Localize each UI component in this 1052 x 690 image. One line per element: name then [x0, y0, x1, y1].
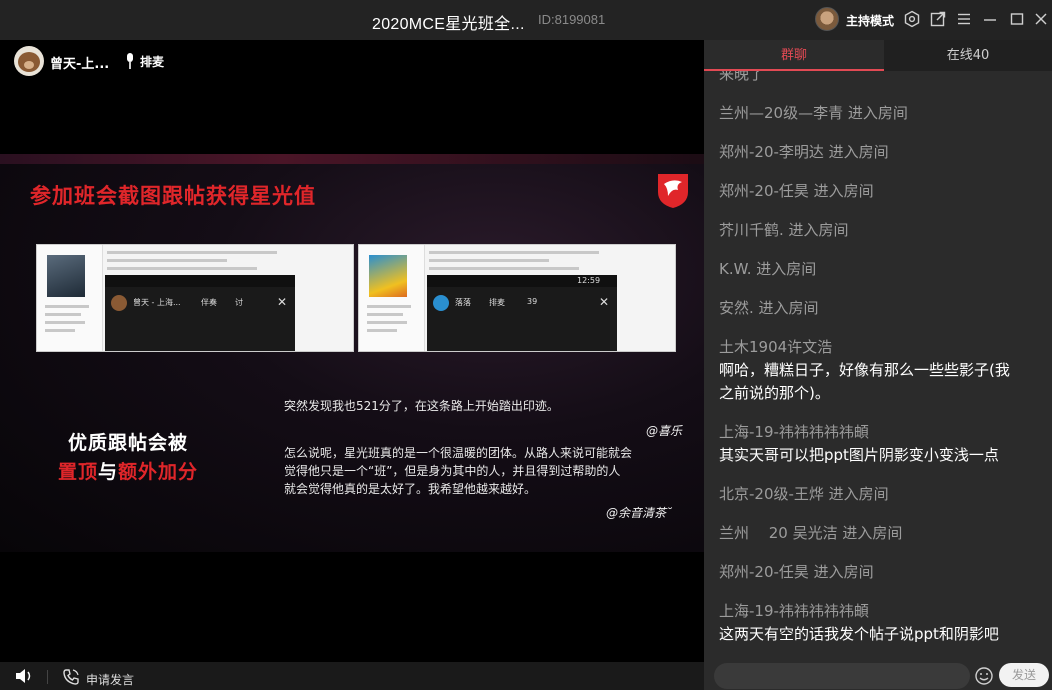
queue-mic-label: 排麦 — [140, 55, 165, 69]
apply-to-speak-button[interactable]: 申请发言 — [86, 671, 134, 688]
external-link-icon[interactable] — [929, 10, 947, 28]
screenshot-left: 曾天 - 上海... 伴奏 讨 ✕ — [36, 244, 354, 352]
tab-group-chat[interactable]: 群聊 — [704, 40, 884, 71]
shot-right-time: 12:59 — [577, 276, 601, 285]
title-bar: 2020MCE星光班全... ID:8199081 主持模式 — [0, 0, 1052, 40]
video-stage: 曾天-上... 排麦 参加班会截图跟帖获得星光值 曾天 - 上海... 伴奏 讨… — [0, 40, 704, 662]
emoji-icon[interactable] — [974, 666, 994, 686]
speaker-avatar[interactable] — [14, 46, 44, 76]
send-button[interactable]: 发送 — [999, 663, 1049, 687]
list-item: 兰州 20 吴光洁 进入房间 — [719, 524, 903, 542]
shot-right-name: 落落 — [455, 298, 471, 307]
message-text: 这两天有空的话我发个帖子说ppt和阴影吧 — [719, 625, 999, 643]
list-item: 兰州—20级—李青 进入房间 — [719, 104, 908, 122]
list-item: 北京-20级-王烨 进入房间 — [719, 485, 889, 503]
menu-icon[interactable] — [955, 10, 973, 28]
list-item: 芥川千鹤. 进入房间 — [719, 221, 849, 239]
room-id: ID:8199081 — [538, 12, 606, 27]
mic-icon — [127, 53, 133, 69]
list-item: 郑州-20-任昊 进入房间 — [719, 563, 874, 581]
phone-icon[interactable] — [62, 668, 80, 686]
shot-left-extra: 讨 — [235, 298, 243, 307]
quote-1-author: @喜乐 — [646, 424, 683, 438]
chat-input-bar: 发送 — [704, 660, 1052, 690]
chat-panel: 群聊 在线40 来晚了 兰州—20级—李青 进入房间 郑州-20-李明达 进入房… — [704, 40, 1052, 690]
message-text: 之前说的那个)。 — [719, 384, 830, 402]
shot-left-accompany: 伴奏 — [201, 298, 217, 307]
quote-1: 突然发现我也521分了，在这条路上开始踏出印迹。 — [284, 399, 559, 413]
msi-dragon-logo — [658, 174, 688, 208]
tab-online[interactable]: 在线40 — [884, 40, 1052, 71]
chat-input[interactable] — [714, 663, 970, 689]
host-avatar[interactable] — [815, 7, 839, 31]
shot-right-count: 39 — [527, 297, 538, 306]
list-item: 郑州-20-李明达 进入房间 — [719, 143, 889, 161]
presentation-slide: 参加班会截图跟帖获得星光值 曾天 - 上海... 伴奏 讨 ✕ 12:59 落落… — [0, 154, 704, 552]
chat-message-list[interactable]: 来晚了 兰州—20级—李青 进入房间 郑州-20-李明达 进入房间 郑州-20-… — [704, 71, 1052, 660]
quote-2-author: @余音清茶˘ — [606, 506, 673, 520]
maximize-icon[interactable] — [1008, 10, 1026, 28]
minimize-icon[interactable] — [981, 10, 999, 28]
shot-left-name: 曾天 - 上海... — [133, 298, 181, 307]
chat-tabs: 群聊 在线40 — [704, 40, 1052, 71]
host-mode-label[interactable]: 主持模式 — [846, 12, 894, 29]
list-item: 郑州-20-任昊 进入房间 — [719, 182, 874, 200]
promo-highlight-2: 额外加分 — [118, 461, 199, 483]
promo-highlight-1: 置顶 — [58, 461, 99, 483]
message-author: 上海-19-祎祎祎祎祎頔 — [719, 602, 869, 620]
screenshot-right: 12:59 落落 排麦 39 ✕ — [358, 244, 676, 352]
settings-icon[interactable] — [903, 10, 921, 28]
quote-2-line-2: 觉得他只是一个“班”，但是身为其中的人，并且得到过帮助的人 — [284, 464, 621, 478]
message-text: 其实天哥可以把ppt图片阴影变小变浅一点 — [719, 446, 999, 464]
shot-right-queue: 排麦 — [489, 298, 505, 307]
bottom-control-bar: 申请发言 — [0, 662, 704, 690]
slide-title: 参加班会截图跟帖获得星光值 — [30, 184, 316, 208]
close-icon[interactable] — [1032, 10, 1050, 28]
message-text: 啊哈，糟糕日子，好像有那么一些些影子(我 — [719, 361, 1010, 379]
promo-connector: 与 — [98, 461, 119, 483]
promo-line-2: 置顶与额外加分 — [58, 457, 198, 484]
message-author: 上海-19-祎祎祎祎祎頔 — [719, 423, 869, 441]
list-item: 安然. 进入房间 — [719, 299, 819, 317]
window-title: 2020MCE星光班全... — [372, 16, 525, 33]
promo-line-1: 优质跟帖会被 — [68, 432, 189, 454]
speaker-volume-icon[interactable] — [14, 668, 34, 684]
message-author: 土木1904许文浩 — [719, 338, 833, 356]
speaker-name: 曾天-上... — [50, 57, 110, 72]
list-item: K.W. 进入房间 — [719, 260, 817, 278]
quote-2-line-1: 怎么说呢，星光班真的是一个很温暖的团体。从路人来说可能就会 — [284, 446, 633, 460]
list-item: 来晚了 — [719, 71, 765, 83]
quote-2-line-3: 就会觉得他真的是太好了。我希望他越来越好。 — [284, 482, 537, 496]
